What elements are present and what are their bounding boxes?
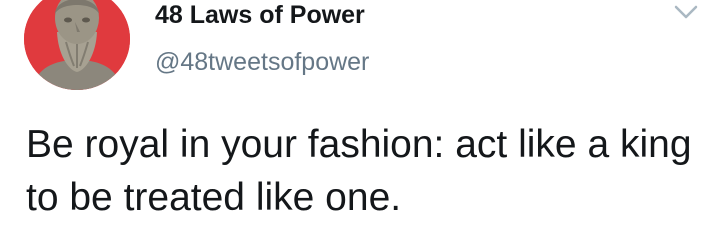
bust-statue-icon [24,0,130,90]
author-handle[interactable]: @48tweetsofpower [155,47,369,77]
avatar[interactable] [24,0,130,90]
chevron-down-icon [674,5,698,19]
tweet-menu-button[interactable] [673,2,699,22]
author-display-name[interactable]: 48 Laws of Power [155,0,365,30]
tweet-text: Be royal in your fashion: act like a kin… [26,123,692,219]
tweet-card: 48 Laws of Power @48tweetsofpower Be roy… [0,0,720,240]
